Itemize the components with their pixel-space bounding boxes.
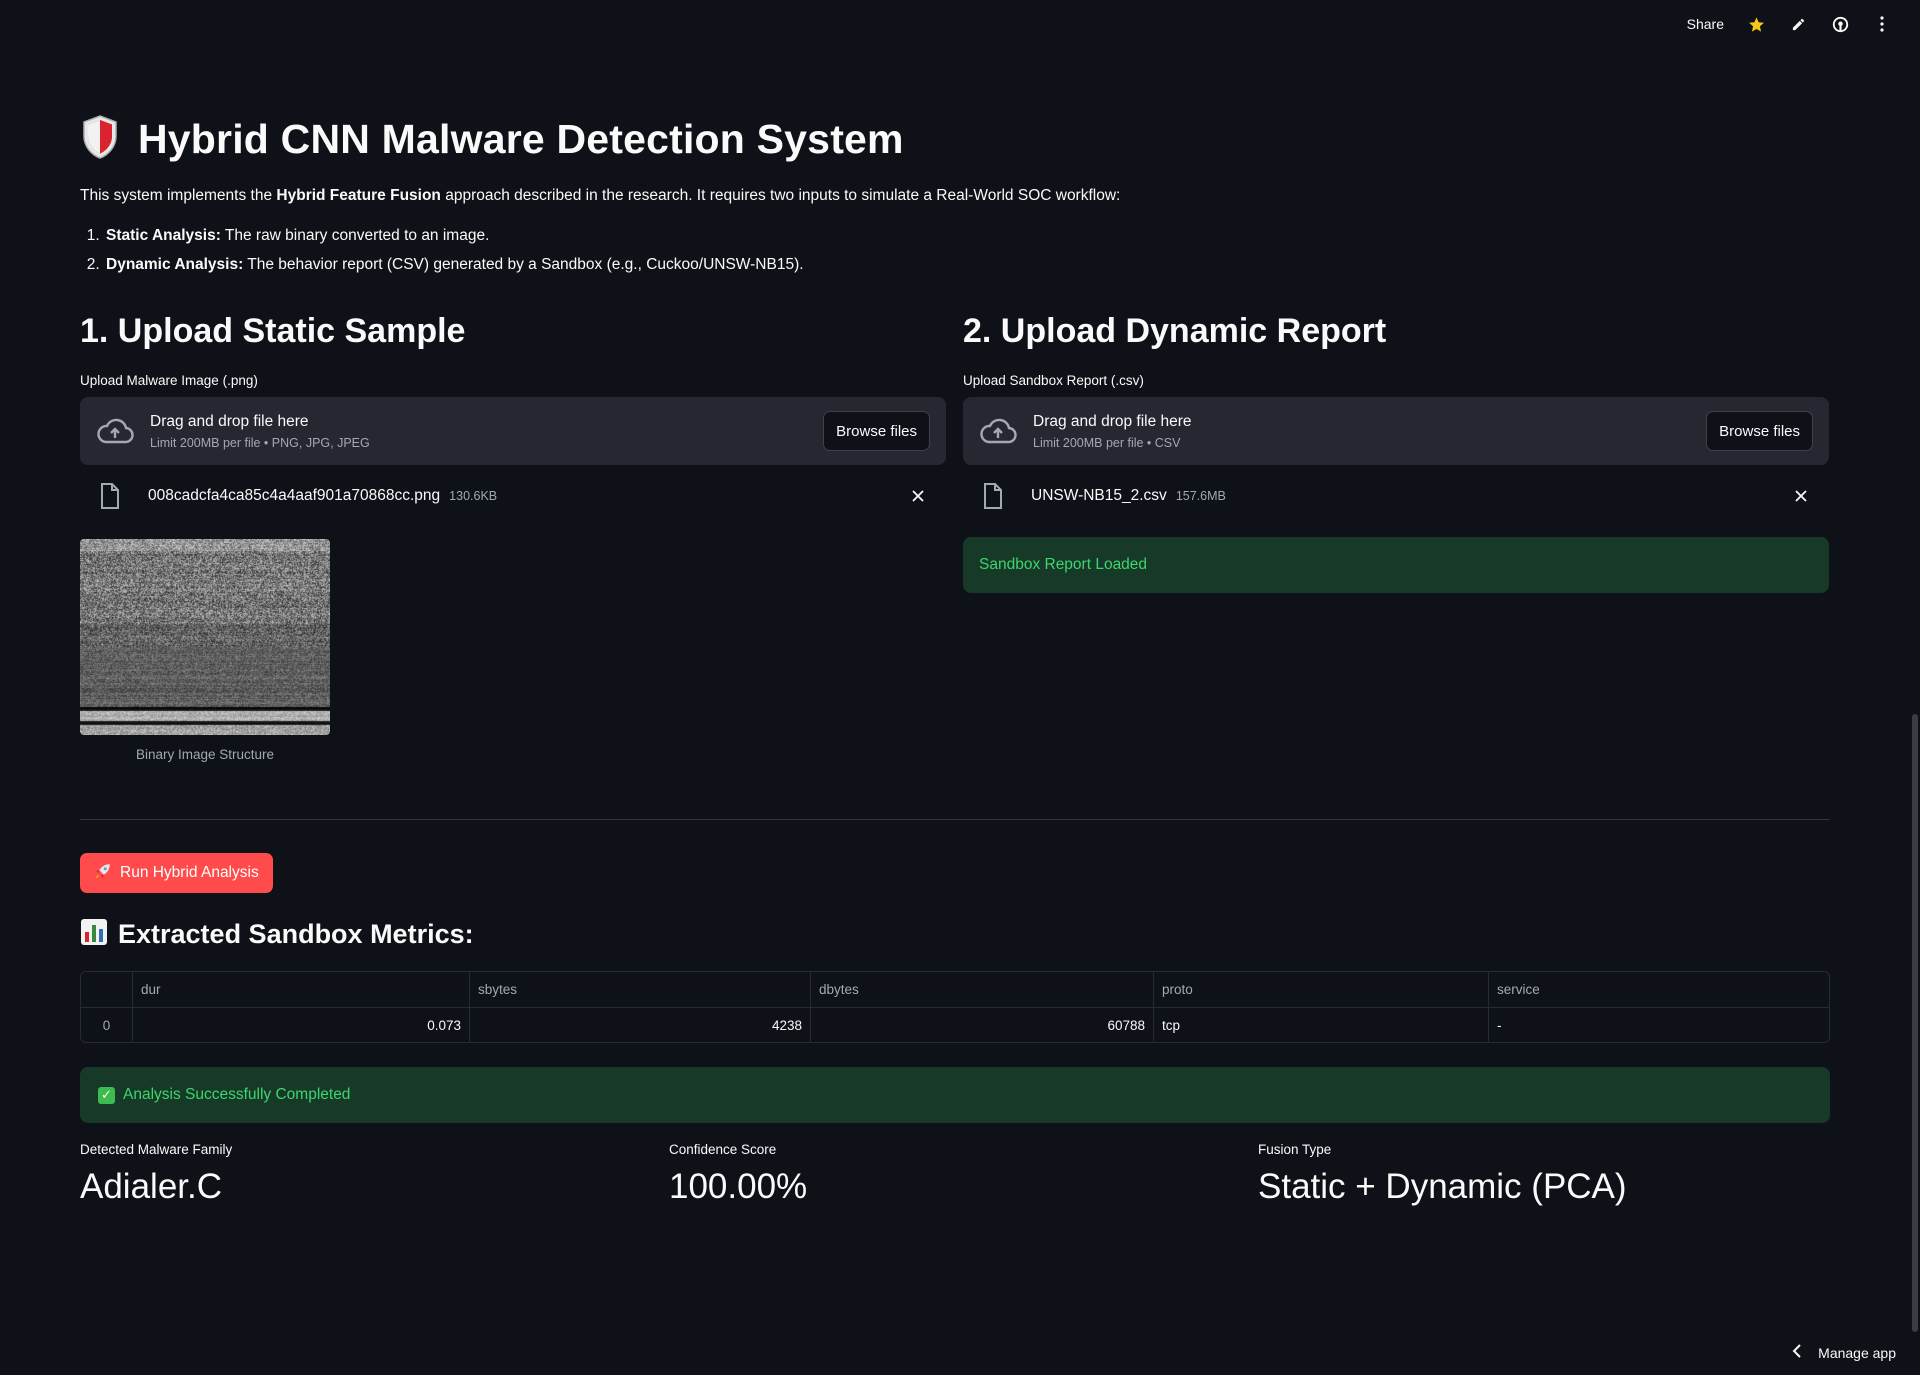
close-icon[interactable] — [908, 486, 928, 506]
metric-value: Adialer.C — [80, 1167, 223, 1206]
metric-fusion-type: Fusion Type Static + Dynamic (PCA) — [1258, 1142, 1627, 1207]
intro-suffix: approach described in the research. It r… — [440, 187, 1121, 204]
list-item: Dynamic Analysis: The behavior report (C… — [104, 254, 1830, 276]
main-content: Hybrid CNN Malware Detection System This… — [80, 100, 1830, 762]
intro-bold: Hybrid Feature Fusion — [276, 187, 441, 204]
drop-limit: Limit 200MB per file • PNG, JPG, JPEG — [150, 435, 370, 450]
intro-prefix: This system implements the — [80, 187, 277, 204]
column-header[interactable]: sbytes — [469, 972, 810, 1007]
dynamic-heading: 2. Upload Dynamic Report — [963, 312, 1387, 350]
step-text: The raw binary converted to an image. — [220, 227, 490, 244]
file-name: UNSW-NB15_2.csv — [1031, 487, 1167, 504]
table-cell[interactable]: 4238 — [469, 1008, 810, 1042]
dynamic-upload-column: 2. Upload Dynamic Report Upload Sandbox … — [963, 312, 1829, 762]
column-header[interactable]: service — [1488, 972, 1829, 1007]
dynamic-dropzone[interactable]: Drag and drop file here Limit 200MB per … — [963, 397, 1829, 465]
analysis-success-alert: ✓ Analysis Successfully Completed — [80, 1067, 1830, 1123]
metric-confidence: Confidence Score 100.00% — [669, 1142, 807, 1207]
drop-limit: Limit 200MB per file • CSV — [1033, 435, 1181, 450]
step-label: Static Analysis: — [106, 227, 221, 244]
manage-app-label: Manage app — [1818, 1344, 1896, 1361]
step-text: The behavior report (CSV) generated by a… — [243, 256, 804, 273]
metric-label: Detected Malware Family — [80, 1142, 233, 1157]
table-row: 0 0.073 4238 60788 tcp - — [81, 1007, 1829, 1042]
browse-files-button[interactable]: Browse files — [1706, 411, 1813, 451]
cloud-upload-icon — [979, 416, 1017, 446]
app-toolbar: Share — [1687, 14, 1892, 34]
page-header: Hybrid CNN Malware Detection System — [80, 114, 1830, 165]
metric-value: Static + Dynamic (PCA) — [1258, 1167, 1627, 1206]
file-icon — [100, 482, 126, 510]
table-cell[interactable]: 60788 — [810, 1008, 1153, 1042]
table-header-row: dur sbytes dbytes proto service — [81, 972, 1829, 1007]
malware-binary-image — [80, 539, 330, 735]
drop-instruction: Drag and drop file here — [1033, 412, 1192, 430]
metrics-title: Extracted Sandbox Metrics: — [118, 919, 474, 949]
dropzone-text: Drag and drop file here Limit 200MB per … — [1033, 413, 1706, 450]
metric-value: 100.00% — [669, 1167, 808, 1206]
column-header[interactable]: proto — [1153, 972, 1488, 1007]
dropzone-text: Drag and drop file here Limit 200MB per … — [150, 413, 823, 450]
static-dropzone[interactable]: Drag and drop file here Limit 200MB per … — [80, 397, 946, 465]
binary-image-figure: Binary Image Structure — [80, 539, 330, 762]
github-icon[interactable] — [1830, 14, 1850, 34]
more-vert-icon[interactable] — [1872, 14, 1892, 34]
rocket-icon — [94, 862, 112, 885]
static-upload-label: Upload Malware Image (.png) — [80, 373, 258, 388]
static-heading: 1. Upload Static Sample — [80, 312, 466, 350]
check-icon: ✓ — [98, 1086, 115, 1104]
run-hybrid-analysis-button[interactable]: Run Hybrid Analysis — [80, 853, 273, 893]
divider — [80, 819, 1830, 820]
column-header[interactable]: dbytes — [810, 972, 1153, 1007]
image-caption: Binary Image Structure — [135, 747, 275, 762]
intro-paragraph: This system implements the Hybrid Featur… — [80, 185, 1830, 207]
analysis-status-text: Analysis Successfully Completed — [123, 1086, 351, 1103]
scrollbar[interactable] — [1912, 714, 1918, 1332]
file-size: 130.6KB — [449, 489, 498, 503]
metrics-heading: Extracted Sandbox Metrics: — [80, 918, 474, 951]
dynamic-upload-label: Upload Sandbox Report (.csv) — [963, 373, 1144, 388]
metrics-dataframe[interactable]: dur sbytes dbytes proto service 0 0.073 … — [80, 971, 1830, 1043]
drop-instruction: Drag and drop file here — [150, 412, 309, 430]
column-header[interactable]: dur — [132, 972, 469, 1007]
manage-app-button[interactable]: Manage app — [1792, 1344, 1896, 1361]
close-icon[interactable] — [1791, 486, 1811, 506]
star-icon[interactable] — [1746, 14, 1766, 34]
browse-files-button[interactable]: Browse files — [823, 411, 930, 451]
uploaded-file-row: UNSW-NB15_2.csv 157.6MB — [963, 465, 1829, 527]
bar-chart-icon — [80, 918, 108, 951]
metric-label: Fusion Type — [1258, 1142, 1332, 1157]
sandbox-status-alert: Sandbox Report Loaded — [963, 537, 1829, 593]
uploaded-file-row: 008cadcfa4ca85c4a4aaf901a70868cc.png 130… — [80, 465, 946, 527]
chevron-left-icon — [1792, 1344, 1802, 1361]
table-cell[interactable]: - — [1488, 1008, 1829, 1042]
edit-icon[interactable] — [1788, 14, 1808, 34]
intro-steps: Static Analysis: The raw binary converte… — [80, 225, 1830, 276]
file-icon — [983, 482, 1009, 510]
file-size: 157.6MB — [1175, 489, 1226, 503]
metric-label: Confidence Score — [669, 1142, 777, 1157]
metric-malware-family: Detected Malware Family Adialer.C — [80, 1142, 232, 1207]
static-upload-column: 1. Upload Static Sample Upload Malware I… — [80, 312, 946, 762]
column-header — [81, 972, 132, 1007]
shield-icon — [80, 114, 120, 165]
run-button-label: Run Hybrid Analysis — [120, 864, 259, 881]
page-title: Hybrid CNN Malware Detection System — [138, 116, 904, 162]
intro-text: This system implements the Hybrid Featur… — [80, 185, 1830, 276]
table-cell[interactable]: tcp — [1153, 1008, 1488, 1042]
sandbox-status-text: Sandbox Report Loaded — [979, 556, 1148, 573]
table-cell: 0 — [102, 1017, 111, 1033]
table-cell[interactable]: 0.073 — [132, 1008, 469, 1042]
file-name: 008cadcfa4ca85c4a4aaf901a70868cc.png — [148, 487, 441, 504]
step-label: Dynamic Analysis: — [106, 256, 244, 273]
share-button[interactable]: Share — [1687, 16, 1724, 32]
list-item: Static Analysis: The raw binary converte… — [104, 225, 1830, 247]
upload-columns: 1. Upload Static Sample Upload Malware I… — [80, 312, 1830, 762]
cloud-upload-icon — [96, 416, 134, 446]
